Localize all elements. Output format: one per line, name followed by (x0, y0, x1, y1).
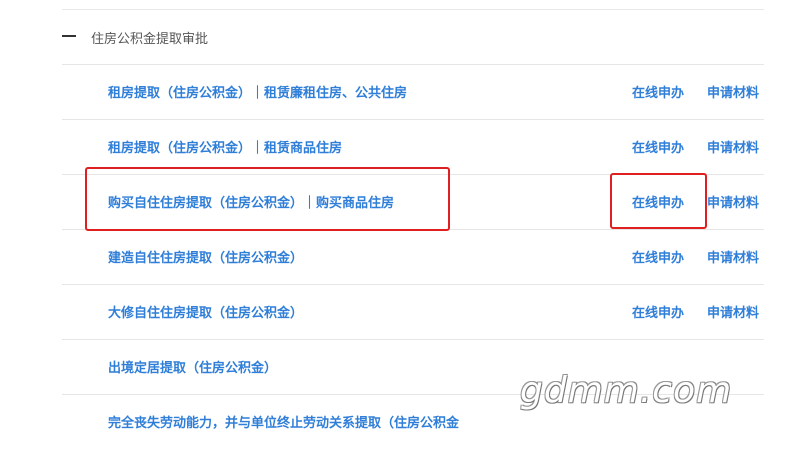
watermark-logo: gdmm.com (520, 370, 733, 411)
item-title-link[interactable]: 建造自住住房提取（住房公积金） (108, 247, 303, 266)
list-item: 租房提取（住房公积金）｜租赁商品住房 在线申办 申请材料 (62, 119, 764, 173)
item-title-clip: 完全丧失劳动能力，并与单位终止劳动关系提取（住房公积金 (108, 412, 484, 434)
row-divider (62, 64, 764, 65)
row-divider (62, 284, 764, 285)
item-title-link[interactable]: 完全丧失劳动能力，并与单位终止劳动关系提取（住房公积金 (108, 416, 459, 431)
list-item: 租房提取（住房公积金）｜租赁廉租住房、公共住房 在线申办 申请材料 (62, 64, 764, 118)
section-header[interactable]: 住房公积金提取审批 (62, 22, 762, 52)
materials-link[interactable]: 申请材料 (707, 247, 759, 266)
item-title-link[interactable]: 大修自住住房提取（住房公积金） (108, 302, 303, 321)
list-item: 大修自住住房提取（住房公积金） 在线申办 申请材料 (62, 284, 764, 338)
list-item: 建造自住住房提取（住房公积金） 在线申办 申请材料 (62, 229, 764, 283)
apply-online-link[interactable]: 在线申办 (632, 137, 684, 156)
apply-online-link[interactable]: 在线申办 (632, 302, 684, 321)
apply-online-link[interactable]: 在线申办 (632, 247, 684, 266)
materials-link[interactable]: 申请材料 (707, 302, 759, 321)
highlight-box-apply (610, 173, 707, 229)
item-title-link[interactable]: 租房提取（住房公积金）｜租赁商品住房 (108, 137, 342, 156)
row-divider (62, 119, 764, 120)
materials-link[interactable]: 申请材料 (707, 82, 759, 101)
item-title-link[interactable]: 出境定居提取（住房公积金） (108, 357, 277, 376)
top-divider (62, 9, 764, 10)
highlight-box-title (85, 167, 450, 231)
apply-online-link[interactable]: 在线申办 (632, 82, 684, 101)
collapse-minus-icon[interactable] (62, 35, 76, 37)
materials-link[interactable]: 申请材料 (707, 137, 759, 156)
section-title: 住房公积金提取审批 (91, 32, 209, 47)
row-divider (62, 339, 764, 340)
materials-link[interactable]: 申请材料 (707, 192, 759, 211)
item-title-link[interactable]: 租房提取（住房公积金）｜租赁廉租住房、公共住房 (108, 82, 407, 101)
